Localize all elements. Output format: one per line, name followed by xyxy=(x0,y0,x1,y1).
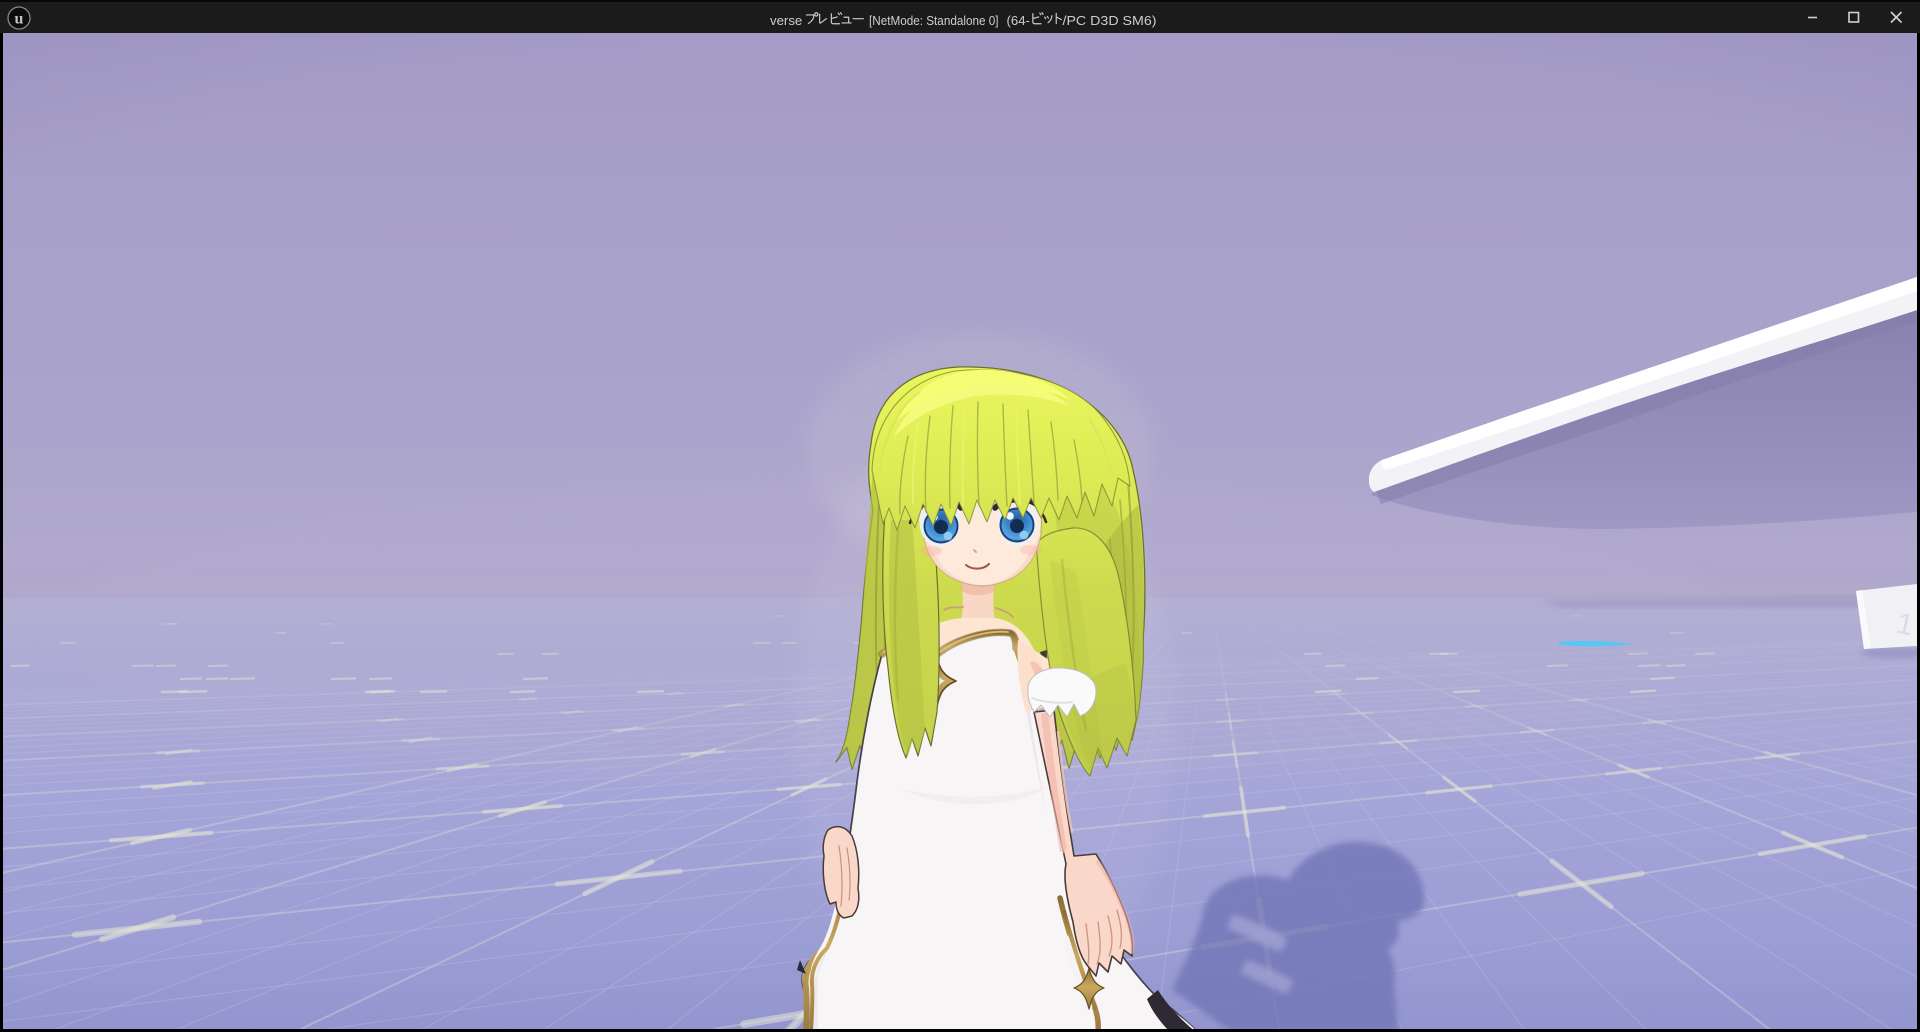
svg-text:(64-: (64- xyxy=(1007,13,1030,28)
svg-text:[NetMode: Standalone 0]: [NetMode: Standalone 0] xyxy=(869,13,999,28)
svg-text:verse: verse xyxy=(770,13,802,28)
svg-text:u: u xyxy=(15,11,24,28)
svg-text:/PC D3D SM6): /PC D3D SM6) xyxy=(1063,13,1157,28)
